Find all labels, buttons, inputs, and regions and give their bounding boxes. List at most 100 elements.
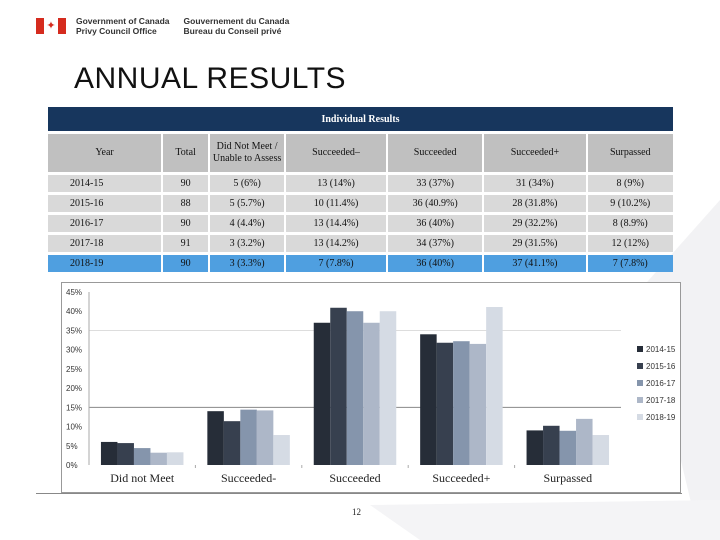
results-table: Individual Results Year Total Did Not Meet… bbox=[46, 104, 675, 275]
y-tick-label: 45% bbox=[66, 288, 82, 297]
page-number: 12 bbox=[352, 507, 361, 517]
legend-swatch bbox=[637, 363, 643, 369]
x-tick-label: Succeeded bbox=[329, 471, 380, 485]
table-banner-row: Individual Results bbox=[48, 107, 673, 131]
bar bbox=[330, 307, 347, 465]
bar bbox=[133, 448, 151, 465]
table-cell: 3 (3.2%) bbox=[210, 235, 285, 252]
x-tick-label: Surpassed bbox=[543, 471, 592, 485]
y-tick-label: 0% bbox=[66, 461, 78, 470]
table-cell: 2014-15 bbox=[48, 175, 162, 192]
table-row: 2017-18 91 3 (3.2%) 13 (14.2%) 34 (37%) 29 (3… bbox=[48, 235, 673, 252]
table-cell: 9 (10.2%) bbox=[587, 195, 673, 212]
table-cell: 31 (34%) bbox=[484, 175, 586, 192]
page-title: ANNUAL RESULTS bbox=[74, 62, 347, 95]
bar bbox=[559, 430, 577, 465]
legend-label: 2017-18 bbox=[646, 396, 676, 405]
bar bbox=[100, 441, 118, 465]
table-cell: 29 (31.5%) bbox=[484, 235, 586, 252]
bar bbox=[486, 306, 503, 465]
table-cell: 8 (9%) bbox=[587, 175, 673, 192]
bar bbox=[576, 418, 593, 465]
bar bbox=[592, 435, 610, 465]
legend-swatch bbox=[637, 346, 643, 352]
legend-swatch bbox=[637, 397, 643, 403]
y-tick-label: 35% bbox=[66, 326, 82, 335]
y-tick-label: 25% bbox=[66, 365, 82, 374]
y-tick-label: 15% bbox=[66, 403, 82, 412]
legend-label: 2016-17 bbox=[646, 379, 676, 388]
legend-label: 2015-16 bbox=[646, 362, 676, 371]
table-cell: 5 (5.7%) bbox=[210, 195, 285, 212]
y-tick-label: 20% bbox=[66, 384, 82, 393]
column-header: Total bbox=[163, 134, 209, 172]
table-header-row: Year Total Did Not Meet / Unable to Assess… bbox=[48, 134, 673, 172]
x-tick-label: Did not Meet bbox=[110, 471, 175, 485]
table-cell: 3 (3.3%) bbox=[210, 255, 285, 272]
bar bbox=[273, 435, 290, 465]
table-cell: 7 (7.8%) bbox=[587, 255, 673, 272]
column-header: Year bbox=[48, 134, 162, 172]
column-header: Did Not Meet / Unable to Assess bbox=[210, 134, 285, 172]
table-cell: 88 bbox=[163, 195, 209, 212]
table-cell: 36 (40.9%) bbox=[387, 195, 483, 212]
y-tick-label: 5% bbox=[66, 442, 78, 451]
table-cell: 8 (8.9%) bbox=[587, 215, 673, 232]
bar bbox=[346, 311, 364, 465]
table-cell: 37 (41.1%) bbox=[484, 255, 586, 272]
column-header: Succeeded bbox=[387, 134, 483, 172]
bar bbox=[240, 409, 257, 465]
legend-label: 2018-19 bbox=[646, 413, 676, 422]
bar bbox=[436, 342, 454, 465]
bar bbox=[223, 421, 241, 465]
table-cell: 33 (37%) bbox=[387, 175, 483, 192]
x-tick-label: Succeeded- bbox=[221, 471, 276, 485]
legend-label: 2014-15 bbox=[646, 345, 676, 354]
bar bbox=[543, 425, 560, 465]
table-row: 2016-17 90 4 (4.4%) 13 (14.4%) 36 (40%) 29 (3… bbox=[48, 215, 673, 232]
bar bbox=[363, 322, 380, 465]
government-header: ✦ Government of Canada Privy Council Off… bbox=[36, 14, 303, 38]
table-cell: 7 (7.8%) bbox=[286, 255, 386, 272]
bar bbox=[313, 322, 331, 465]
table-cell: 2016-17 bbox=[48, 215, 162, 232]
table-cell: 5 (6%) bbox=[210, 175, 285, 192]
bar bbox=[117, 443, 134, 465]
table-cell: 90 bbox=[163, 255, 209, 272]
canada-flag-icon: ✦ bbox=[36, 18, 66, 34]
y-tick-label: 10% bbox=[66, 423, 82, 432]
table-cell: 90 bbox=[163, 215, 209, 232]
bar bbox=[420, 334, 437, 465]
table-cell: 34 (37%) bbox=[387, 235, 483, 252]
table-body: 2014-15 90 5 (6%) 13 (14%) 33 (37%) 31 (34%) 8… bbox=[48, 175, 673, 272]
table-cell: 91 bbox=[163, 235, 209, 252]
table-cell: 13 (14%) bbox=[286, 175, 386, 192]
y-tick-label: 30% bbox=[66, 346, 82, 355]
table-row: 2018-19 90 3 (3.3%) 7 (7.8%) 36 (40%) 37 (41.… bbox=[48, 255, 673, 272]
bar bbox=[469, 343, 487, 465]
table-row: 2015-16 88 5 (5.7%) 10 (11.4%) 36 (40.9%) 28 … bbox=[48, 195, 673, 212]
results-bar-chart: 0% 5% 10% 15% 20% 25% 30% 35% 40% 45% Did not Meet… bbox=[61, 282, 681, 493]
bar bbox=[379, 311, 397, 465]
table-cell: 13 (14.2%) bbox=[286, 235, 386, 252]
bar bbox=[453, 341, 470, 465]
table-cell: 10 (11.4%) bbox=[286, 195, 386, 212]
table-row: 2014-15 90 5 (6%) 13 (14%) 33 (37%) 31 (34%) 8… bbox=[48, 175, 673, 192]
column-header: Surpassed bbox=[587, 134, 673, 172]
column-header: Succeeded– bbox=[286, 134, 386, 172]
org-english: Government of Canada Privy Council Offic… bbox=[76, 16, 170, 36]
table-cell: 28 (31.8%) bbox=[484, 195, 586, 212]
table-cell: 36 (40%) bbox=[387, 215, 483, 232]
y-tick-label: 40% bbox=[66, 307, 82, 316]
table-cell: 2015-16 bbox=[48, 195, 162, 212]
table-cell: 4 (4.4%) bbox=[210, 215, 285, 232]
bar bbox=[150, 452, 167, 465]
table-cell: 13 (14.4%) bbox=[286, 215, 386, 232]
table-cell: 90 bbox=[163, 175, 209, 192]
bar bbox=[166, 452, 184, 465]
table-cell: 2017-18 bbox=[48, 235, 162, 252]
legend-swatch bbox=[637, 414, 643, 420]
table-cell: 36 (40%) bbox=[387, 255, 483, 272]
legend-swatch bbox=[637, 380, 643, 386]
table-banner: Individual Results bbox=[48, 107, 673, 131]
